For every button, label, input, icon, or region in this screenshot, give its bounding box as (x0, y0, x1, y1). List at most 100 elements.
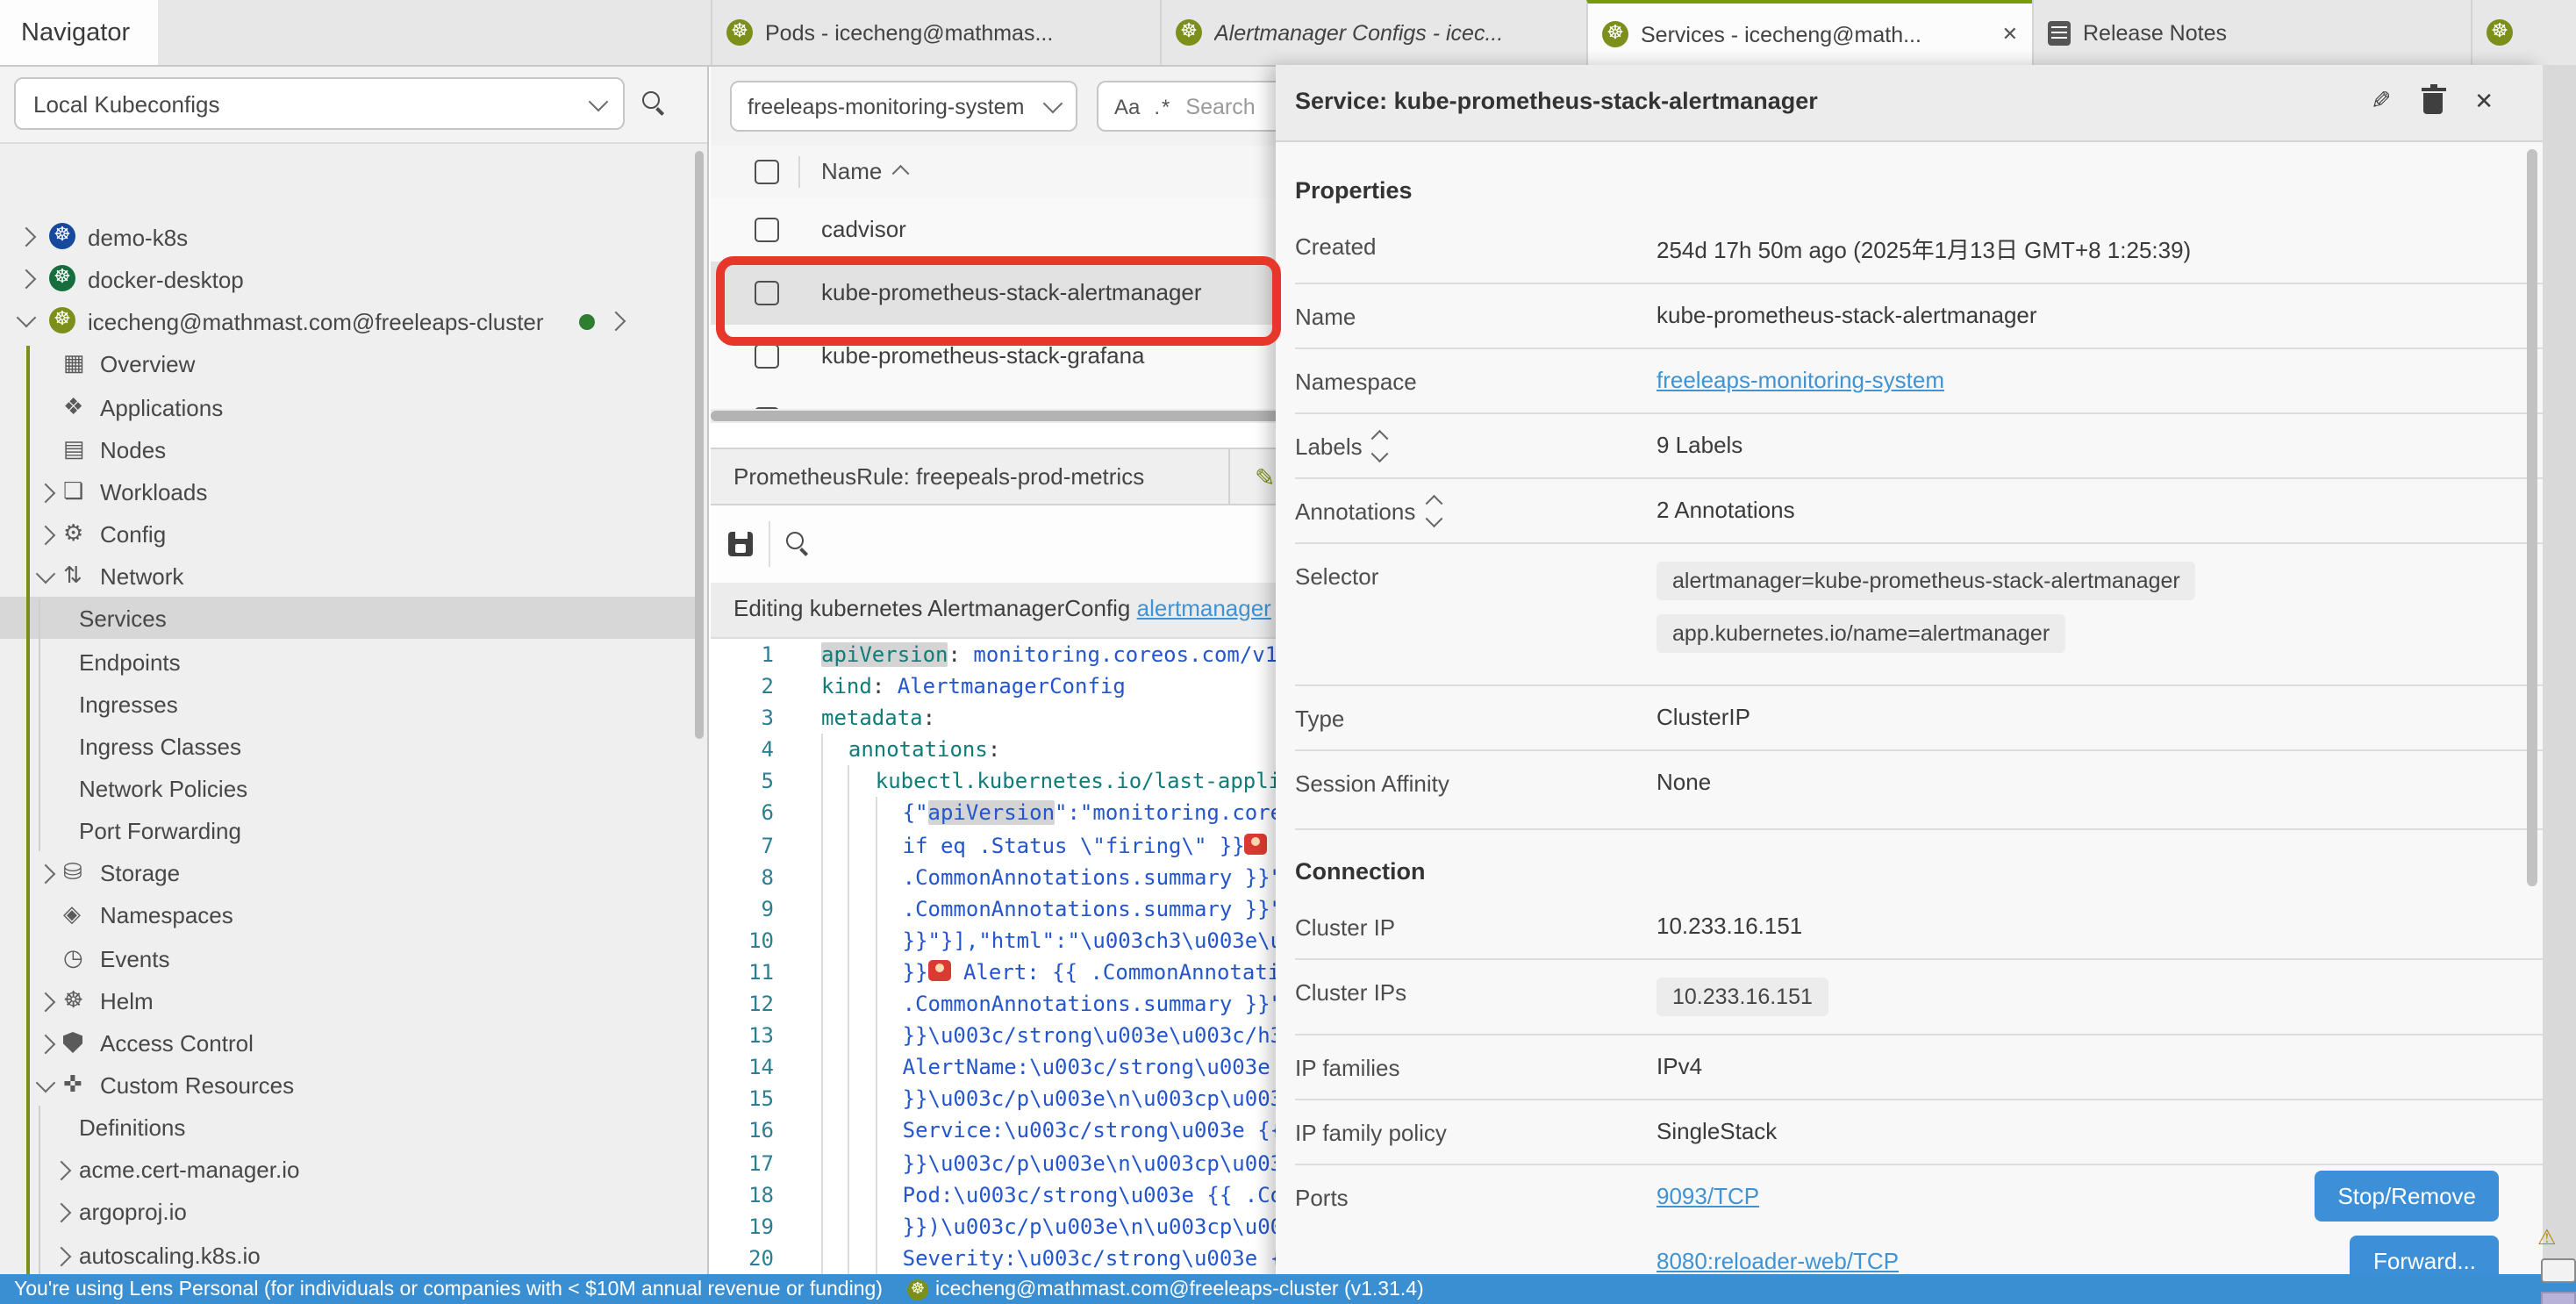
select-all-checkbox[interactable] (755, 160, 779, 184)
sidebar-item-ingress-classes[interactable]: Ingress Classes (0, 725, 697, 767)
chevron-right-icon[interactable] (36, 526, 56, 546)
namespace-link[interactable]: freeleaps-monitoring-system (1657, 367, 1944, 393)
gear-icon: ⚙ (63, 519, 83, 548)
drawer-scrollbar[interactable] (2527, 149, 2537, 886)
sidebar-item-autoscaling-k8s-io[interactable]: autoscaling.k8s.io (0, 1234, 697, 1274)
tab-more[interactable]: ☸ (2471, 0, 2576, 65)
sidebar-item-config[interactable]: ⚙Config (0, 512, 697, 555)
tab-release-notes[interactable]: Release Notes (2032, 0, 2471, 65)
match-case-icon[interactable]: Aa (1114, 94, 1140, 118)
chevron-right-icon[interactable] (36, 484, 56, 504)
sidebar-item-access-control[interactable]: Access Control (0, 1021, 697, 1064)
chevron-down-icon[interactable] (36, 564, 56, 584)
chevron-right-icon[interactable] (52, 1247, 72, 1267)
detail-value: 254d 17h 50m ago (2025年1月13日 GMT+8 1:25:… (1657, 232, 2543, 265)
detail-value: SingleStack (1657, 1118, 2543, 1144)
tab-alertmanager-configs-icec-[interactable]: ☸Alertmanager Configs - icec... (1160, 0, 1586, 65)
line-number: 2 (711, 670, 774, 702)
sidebar-item-namespaces[interactable]: ◈Namespaces (0, 893, 697, 935)
detail-label: Cluster IPs (1295, 978, 1657, 1006)
port-link[interactable]: 8080:reloader-web/TCP (1657, 1248, 1899, 1274)
chevron-right-icon[interactable] (606, 312, 626, 332)
sidebar-item-events[interactable]: ◷Events (0, 937, 697, 979)
detail-value: 10.233.16.151 (1657, 978, 2543, 1016)
chevron-right-icon[interactable] (52, 1203, 72, 1223)
chevron-right-icon[interactable] (36, 864, 56, 885)
indent-guide (876, 1243, 903, 1274)
namespace-select-value: freeleaps-monitoring-system (748, 94, 1046, 118)
breadcrumb-link[interactable]: alertmanager (1137, 595, 1271, 621)
token: : (948, 642, 974, 667)
sidebar-item-port-forwarding[interactable]: Port Forwarding (0, 809, 697, 851)
edit-icon[interactable]: ✎ (2372, 86, 2392, 116)
namespace-select[interactable]: freeleaps-monitoring-system (730, 81, 1077, 132)
line-number: 4 (711, 734, 774, 766)
tab-label: Services - icecheng@math... (1641, 22, 1986, 47)
tree-guide-line (26, 346, 29, 1274)
detail-row-labels: Labels9 Labels (1295, 414, 2543, 479)
sidebar-item-label: Ingresses (79, 691, 178, 717)
indent-guide (848, 1147, 876, 1179)
regex-icon[interactable]: .* (1154, 94, 1171, 118)
sidebar-item-endpoints[interactable]: Endpoints (0, 641, 697, 683)
chevron-right-icon[interactable] (36, 992, 56, 1013)
delete-icon[interactable] (2423, 93, 2443, 114)
row-checkbox[interactable] (755, 218, 779, 242)
sidebar-item-ingresses[interactable]: Ingresses (0, 683, 697, 725)
sidebar-item-icecheng-mathmast-com-freeleaps-cluster[interactable]: ☸icecheng@mathmast.com@freeleaps-cluster (0, 300, 697, 342)
cubes-icon: ❏ (63, 477, 83, 505)
expand-toggle-icon[interactable] (1375, 434, 1386, 460)
sidebar-item-network-policies[interactable]: Network Policies (0, 767, 697, 809)
tab-pods-icecheng-mathmas-[interactable]: ☸Pods - icecheng@mathmas... (711, 0, 1160, 65)
tree-guide-line (39, 1106, 40, 1274)
chevron-right-icon[interactable] (17, 227, 37, 247)
sidebar-item-helm[interactable]: ☸Helm (0, 979, 697, 1021)
chevron-right-icon[interactable] (36, 1035, 56, 1055)
siren-emoji (1245, 833, 1268, 854)
detail-label: Selector (1295, 562, 1657, 590)
sidebar-scrollbar[interactable] (695, 151, 704, 739)
sidebar-item-custom-resources[interactable]: ✜Custom Resources (0, 1064, 697, 1106)
expand-toggle-icon[interactable] (1428, 499, 1439, 525)
sidebar-item-docker-desktop[interactable]: ☸docker-desktop (0, 258, 697, 300)
sidebar-item-label: Storage (100, 859, 180, 885)
sidebar-item-network[interactable]: ⇅Network (0, 555, 697, 597)
search-icon[interactable] (642, 91, 665, 114)
chevron-right-icon[interactable] (17, 269, 37, 290)
token: .CommonAnnotations.summary }}" (903, 992, 1284, 1016)
stop-remove-button[interactable]: Stop/Remove (2315, 1171, 2499, 1222)
chevron-down-icon[interactable] (17, 308, 37, 328)
sidebar-item-acme-cert-manager-io[interactable]: acme.cert-manager.io (0, 1148, 697, 1190)
kubernetes-icon: ☸ (726, 19, 753, 46)
sidebar-item-label: acme.cert-manager.io (79, 1156, 299, 1182)
sidebar-item-argoproj-io[interactable]: argoproj.io (0, 1190, 697, 1232)
chevron-down-icon[interactable] (36, 1073, 56, 1093)
tab-services-icecheng-math-[interactable]: ☸Services - icecheng@math...✕ (1586, 0, 2032, 65)
sidebar-item-label: Network Policies (79, 775, 247, 801)
row-checkbox[interactable] (755, 281, 779, 305)
sidebar-item-nodes[interactable]: ▤Nodes (0, 428, 697, 470)
sidebar-item-label: Nodes (100, 436, 166, 462)
search-icon[interactable] (786, 532, 809, 555)
sidebar-item-demo-k8s[interactable]: ☸demo-k8s (0, 216, 697, 258)
sidebar-item-services[interactable]: Services (0, 597, 697, 639)
row-checkbox[interactable] (755, 344, 779, 369)
sidebar-item-applications[interactable]: ❖Applications (0, 386, 697, 428)
indent-guide (848, 1084, 876, 1115)
sidebar-item-definitions[interactable]: Definitions (0, 1106, 697, 1148)
save-icon[interactable] (728, 532, 753, 556)
kubeconfig-select[interactable]: Local Kubeconfigs (14, 77, 625, 130)
value-chip: 10.233.16.151 (1657, 978, 1828, 1016)
indent-guide (876, 1147, 903, 1179)
close-icon[interactable]: ✕ (2474, 87, 2494, 115)
active-cluster-label[interactable]: icecheng@mathmast.com@freeleaps-cluster … (935, 1279, 1424, 1300)
indent-guide (876, 988, 903, 1020)
port-link[interactable]: 9093/TCP (1657, 1183, 1759, 1209)
column-header-name[interactable]: Name (821, 158, 906, 184)
sidebar-item-storage[interactable]: ⛁Storage (0, 851, 697, 893)
close-icon[interactable]: ✕ (2002, 23, 2018, 46)
sidebar-item-overview[interactable]: ▦Overview (0, 342, 697, 384)
chevron-right-icon[interactable] (52, 1161, 72, 1181)
sidebar-item-workloads[interactable]: ❏Workloads (0, 470, 697, 512)
edit-icon[interactable]: ✎ (1255, 463, 1275, 493)
